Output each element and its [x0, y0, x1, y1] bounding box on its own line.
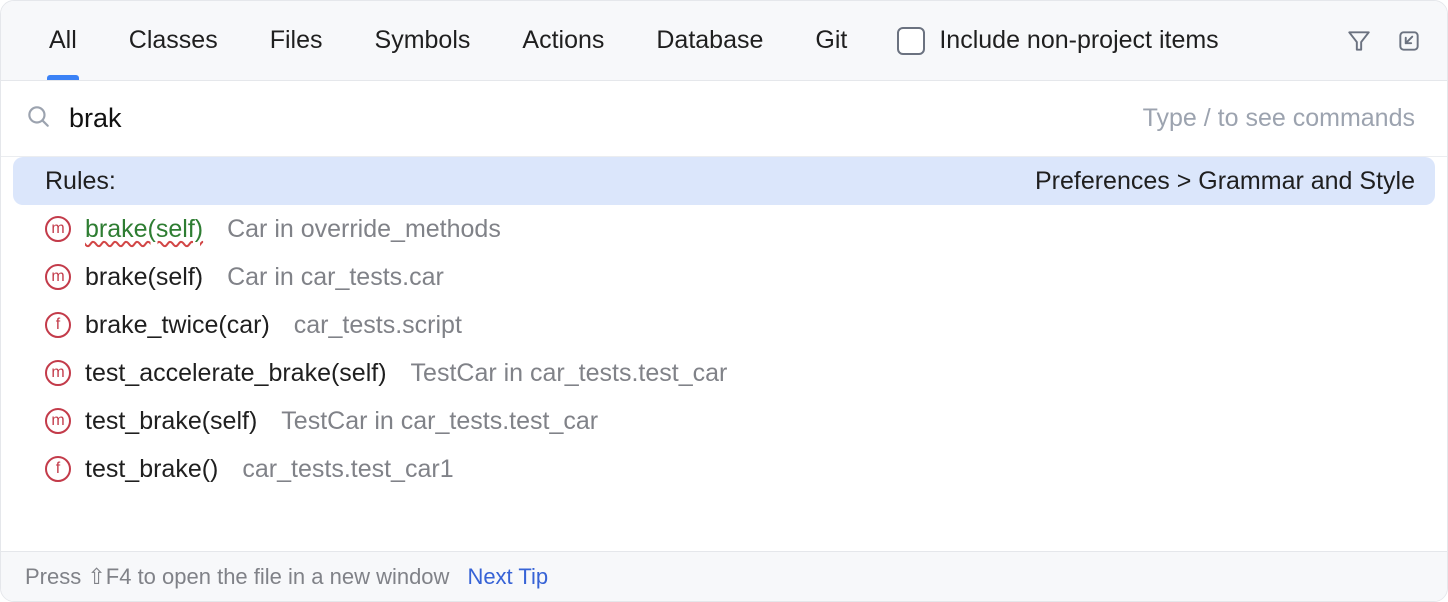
filter-icon[interactable] [1343, 25, 1375, 57]
result-secondary: car_tests.test_car1 [242, 455, 453, 484]
result-secondary: Car in override_methods [227, 215, 501, 244]
tab-symbols[interactable]: Symbols [349, 1, 497, 80]
footer-bar: Press ⇧F4 to open the file in a new wind… [1, 551, 1447, 601]
tab-classes[interactable]: Classes [103, 1, 244, 80]
tab-all[interactable]: All [23, 1, 103, 80]
result-row[interactable]: f brake_twice(car) car_tests.script [1, 301, 1447, 349]
result-secondary: TestCar in car_tests.test_car [411, 359, 728, 388]
checkbox-box [897, 27, 925, 55]
tab-label: Symbols [375, 26, 471, 55]
result-secondary: TestCar in car_tests.test_car [281, 407, 598, 436]
result-secondary: car_tests.script [294, 311, 462, 340]
result-row[interactable]: m brake(self) Car in car_tests.car [1, 253, 1447, 301]
function-icon: f [45, 312, 71, 338]
tab-git[interactable]: Git [789, 1, 873, 80]
tab-label: All [49, 26, 77, 55]
tabs-container: All Classes Files Symbols Actions Databa… [23, 1, 873, 80]
footer-tip: Press ⇧F4 to open the file in a new wind… [25, 564, 449, 590]
search-icon [25, 103, 51, 134]
result-primary: brake(self) [85, 263, 203, 292]
results-list: Rules: Preferences > Grammar and Style m… [1, 157, 1447, 551]
method-icon: m [45, 216, 71, 242]
tab-files[interactable]: Files [244, 1, 349, 80]
result-primary: Rules: [45, 167, 116, 196]
result-location: Preferences > Grammar and Style [1035, 167, 1415, 196]
tab-database[interactable]: Database [630, 1, 789, 80]
result-secondary: Car in car_tests.car [227, 263, 444, 292]
result-primary: test_brake(self) [85, 407, 257, 436]
result-primary: test_accelerate_brake(self) [85, 359, 387, 388]
next-tip-link[interactable]: Next Tip [467, 564, 548, 590]
result-row-selected[interactable]: Rules: Preferences > Grammar and Style [13, 157, 1435, 205]
result-row[interactable]: m test_brake(self) TestCar in car_tests.… [1, 397, 1447, 445]
tab-label: Git [815, 26, 847, 55]
result-row[interactable]: m test_accelerate_brake(self) TestCar in… [1, 349, 1447, 397]
function-icon: f [45, 456, 71, 482]
search-input[interactable] [69, 103, 1143, 134]
checkbox-label: Include non-project items [939, 26, 1218, 55]
tab-actions[interactable]: Actions [496, 1, 630, 80]
tab-label: Database [656, 26, 763, 55]
method-icon: m [45, 360, 71, 386]
open-in-window-icon[interactable] [1393, 25, 1425, 57]
tabs-bar: All Classes Files Symbols Actions Databa… [1, 1, 1447, 81]
include-nonproject-checkbox[interactable]: Include non-project items [897, 26, 1218, 55]
result-primary: brake(self) [85, 215, 203, 244]
result-row[interactable]: m brake(self) Car in override_methods [1, 205, 1447, 253]
result-primary: test_brake() [85, 455, 218, 484]
toolbar-right [1343, 25, 1425, 57]
tab-label: Files [270, 26, 323, 55]
search-hint: Type / to see commands [1143, 104, 1423, 133]
search-row: Type / to see commands [1, 81, 1447, 157]
result-primary: brake_twice(car) [85, 311, 270, 340]
tab-label: Actions [522, 26, 604, 55]
method-icon: m [45, 264, 71, 290]
result-row[interactable]: f test_brake() car_tests.test_car1 [1, 445, 1447, 493]
search-everywhere-dialog: All Classes Files Symbols Actions Databa… [0, 0, 1448, 602]
method-icon: m [45, 408, 71, 434]
tab-label: Classes [129, 26, 218, 55]
